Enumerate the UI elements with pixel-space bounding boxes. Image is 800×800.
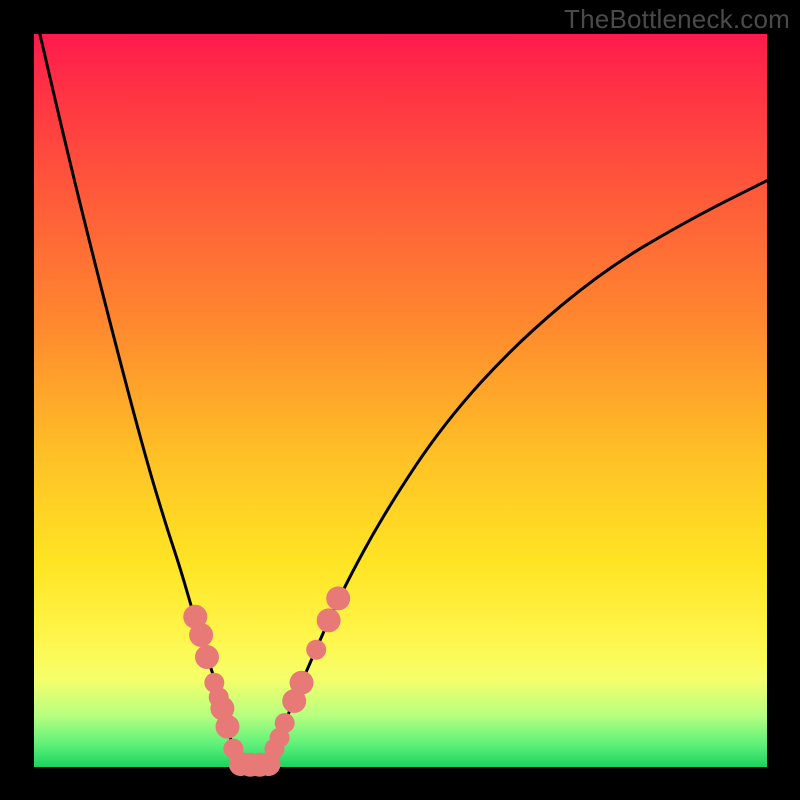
marker-right xyxy=(290,671,314,695)
curve-right-branch xyxy=(265,181,767,767)
chart-frame: TheBottleneck.com xyxy=(0,0,800,800)
marker-right xyxy=(306,640,326,660)
marker-right xyxy=(317,608,341,632)
marker-left xyxy=(216,715,240,739)
bottleneck-curve xyxy=(0,0,800,800)
marker-left xyxy=(195,645,219,669)
marker-right xyxy=(326,586,350,610)
marker-left xyxy=(189,623,213,647)
marker-right xyxy=(275,713,295,733)
